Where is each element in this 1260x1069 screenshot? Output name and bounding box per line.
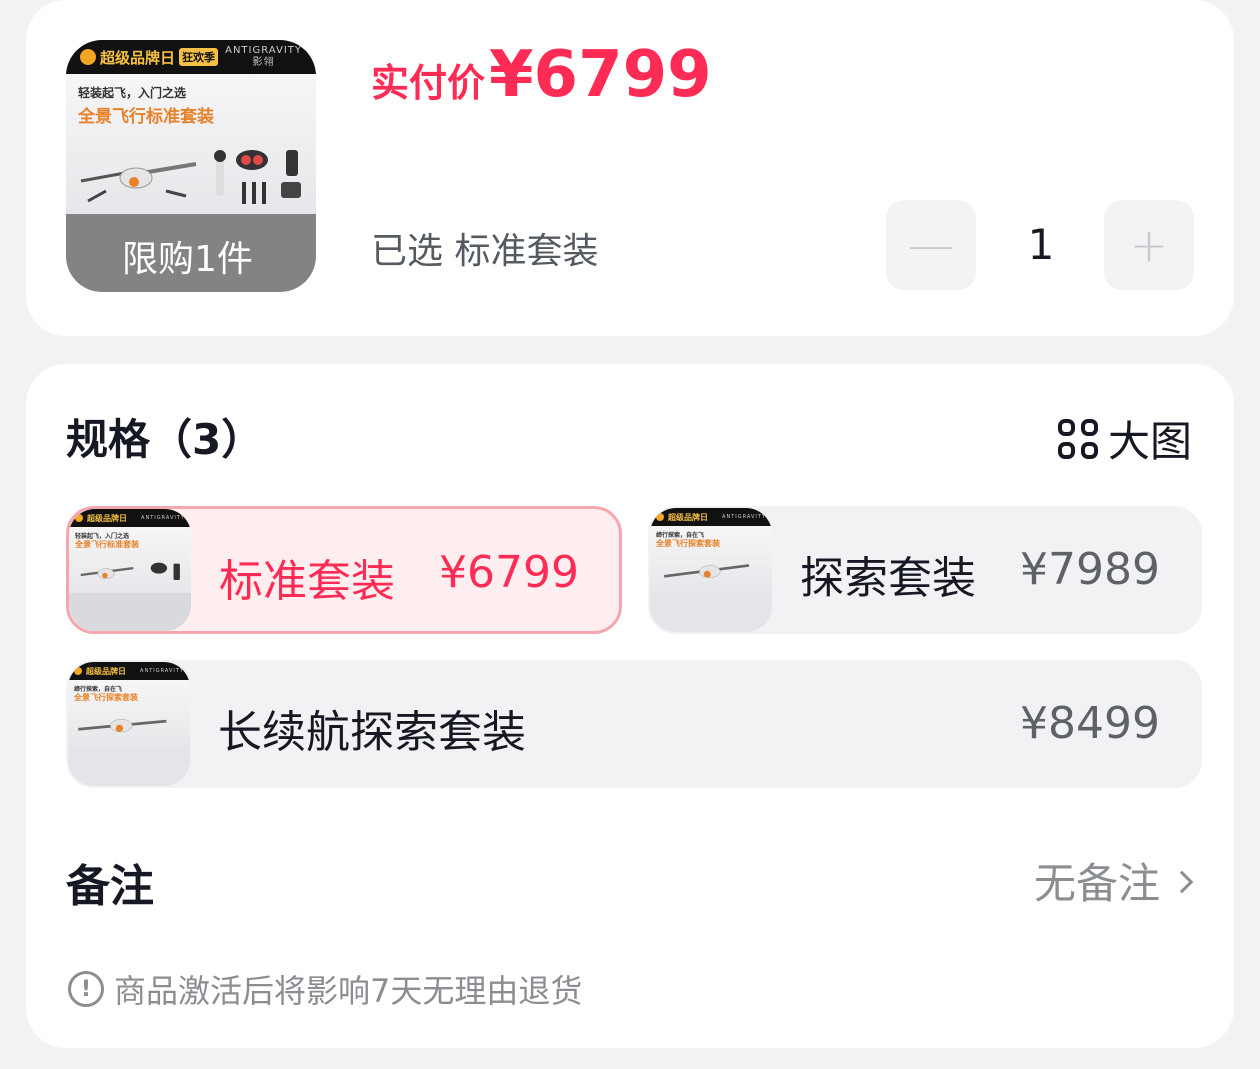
return-policy-notice: ! 商品激活后将影响7天无理由退货 (68, 966, 582, 1012)
drone-product-icon (78, 719, 167, 733)
plus-icon: + (1129, 218, 1169, 272)
spec-option-standard[interactable]: 超级品牌日 ANTIGRAVITY 轻装起飞，入门之选 全景飞行标准套装 标准套… (66, 506, 622, 634)
spec-section-title: 规格（3） (66, 415, 264, 464)
spec-option-name: 长续航探索套装 (218, 707, 526, 758)
remark-entry[interactable]: 无备注 (1033, 850, 1194, 911)
view-large-image-label: 大图 (1107, 417, 1192, 466)
remark-label: 备注 (66, 861, 154, 912)
spec-option-price: ¥7989 (1020, 544, 1160, 595)
quantity-decrease-button[interactable]: — (886, 200, 976, 290)
notice-text: 商品激活后将影响7天无理由退货 (114, 972, 583, 1010)
grid-view-icon (1057, 418, 1098, 459)
spec-option-thumbnail: 超级品牌日 ANTIGRAVITY 缔行探索，自在飞 全景飞行探索套装 (650, 508, 772, 632)
minus-icon: — (908, 218, 954, 272)
thumb-brand-tag: 狂欢季 (179, 48, 219, 66)
thumb-brand-text: 超级品牌日 (100, 48, 176, 67)
spec-selection-card: 规格（3） 大图 超级品牌日 ANTIGRAVITY 轻装起飞，入门之选 全景飞… (26, 364, 1234, 1048)
spec-option-explore[interactable]: 超级品牌日 ANTIGRAVITY 缔行探索，自在飞 全景飞行探索套装 探索套装… (648, 506, 1202, 634)
purchase-limit-badge: 限购1件 (66, 214, 316, 292)
thumb-brand-right-sub: 影翎 (252, 57, 275, 68)
spec-option-thumbnail: 超级品牌日 ANTIGRAVITY 缔行探索，自在飞 全景飞行探索套装 (68, 662, 190, 786)
drone-product-icon (664, 564, 750, 578)
thumb-brand-right: ANTIGRAVITY (225, 45, 302, 56)
final-price: 实付价 ¥6799 (371, 38, 712, 112)
spec-option-thumbnail: 超级品牌日 ANTIGRAVITY 轻装起飞，入门之选 全景飞行标准套装 (69, 509, 191, 631)
drone-product-icon (80, 562, 180, 581)
product-thumbnail[interactable]: 超级品牌日 狂欢季 ANTIGRAVITY 影翎 轻装起飞，入门之选 全景飞行标… (66, 40, 316, 292)
spec-option-long-endurance-explore[interactable]: 超级品牌日 ANTIGRAVITY 缔行探索，自在飞 全景飞行探索套装 长续航探… (66, 660, 1202, 788)
brand-logo-icon (75, 514, 83, 522)
view-large-image-button[interactable]: 大图 (1057, 408, 1192, 469)
brand-logo-icon (656, 513, 664, 521)
info-icon: ! (68, 971, 104, 1007)
quantity-value[interactable]: 1 (1016, 220, 1066, 269)
spec-option-name: 探索套装 (800, 553, 976, 604)
price-label: 实付价 (371, 61, 486, 105)
remark-value: 无备注 (1033, 859, 1160, 908)
spec-option-price: ¥8499 (1020, 698, 1160, 749)
drone-product-icon (80, 150, 301, 204)
spec-option-name: 标准套装 (219, 556, 395, 607)
brand-logo-icon (74, 667, 82, 675)
thumb-title: 全景飞行标准套装 (78, 107, 214, 127)
spec-option-price: ¥6799 (439, 547, 579, 598)
quantity-increase-button[interactable]: + (1104, 200, 1194, 290)
price-value: ¥6799 (489, 38, 712, 112)
brand-logo-icon (80, 49, 96, 65)
chevron-right-icon (1170, 870, 1194, 893)
selected-variant-text: 已选 标准套装 (371, 231, 599, 272)
thumb-body: 轻装起飞，入门之选 全景飞行标准套装 (66, 74, 316, 214)
product-summary-card: 超级品牌日 狂欢季 ANTIGRAVITY 影翎 轻装起飞，入门之选 全景飞行标… (26, 0, 1234, 336)
thumb-brand-banner: 超级品牌日 狂欢季 ANTIGRAVITY 影翎 (66, 40, 316, 74)
thumb-subtitle: 轻装起飞，入门之选 (78, 86, 187, 100)
purchase-limit-text: 限购1件 (122, 239, 253, 280)
